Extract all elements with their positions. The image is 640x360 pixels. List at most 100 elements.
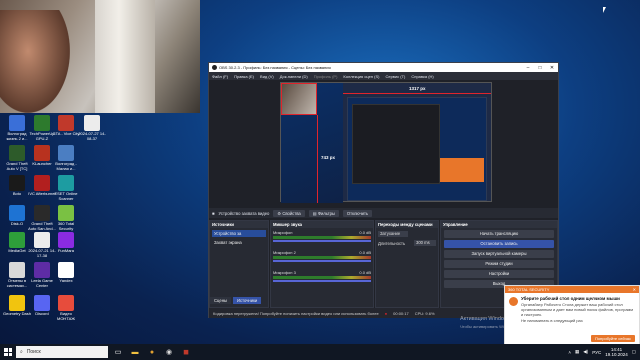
desktop-icon[interactable]: Geometry Dash bbox=[3, 295, 31, 317]
app-icon[interactable]: ◼ bbox=[179, 345, 193, 359]
volume-slider[interactable] bbox=[273, 280, 371, 282]
desktop-icon[interactable]: FunMara bbox=[52, 232, 80, 254]
maximize-button[interactable]: □ bbox=[534, 65, 546, 71]
desktop-icon-label: MediaGet bbox=[8, 248, 26, 253]
close-button[interactable]: ✕ bbox=[546, 65, 558, 71]
start-streaming-button[interactable]: Начать трансляцию bbox=[444, 230, 554, 238]
app-icon bbox=[58, 145, 74, 161]
try-now-button[interactable]: Попробуйте сейчас bbox=[590, 335, 635, 342]
system-tray: ˄ ▦ ◀) РУС 14:41 19.10.2024 ▢ bbox=[568, 347, 640, 357]
channel-db: 0.0 dB bbox=[359, 230, 371, 235]
minimize-button[interactable]: – bbox=[522, 65, 534, 71]
settings-button[interactable]: Настройки bbox=[444, 270, 554, 278]
measure-vertical-label: 743 px bbox=[321, 155, 336, 160]
preview-area[interactable]: 1317 px 743 px bbox=[209, 80, 558, 206]
desktop-icon-label: 2024-07-27 14-08-37 bbox=[78, 131, 106, 141]
desktop-icon[interactable]: Yandex bbox=[52, 262, 80, 284]
obs-window: OBS 30.2.3 - Профиль: Без названия - Сце… bbox=[208, 62, 559, 318]
desktop-icon[interactable]: ESET Online Scanner bbox=[52, 175, 80, 201]
app-icon bbox=[58, 232, 74, 248]
selected-source-box[interactable] bbox=[281, 83, 317, 115]
transitions-panel: Переходы между сценами Затухание Длитель… bbox=[375, 220, 439, 308]
menu-file[interactable]: Файл (F) bbox=[212, 74, 228, 79]
deactivate-button[interactable]: Отключить bbox=[342, 209, 373, 217]
desktop-icon-label: Yandex bbox=[59, 278, 73, 283]
desktop-icon[interactable]: Отмены в системах... bbox=[3, 262, 31, 288]
notification-body: Органайзер Рабочего Стола держит ваш раб… bbox=[521, 302, 634, 317]
nested-notification bbox=[440, 158, 484, 182]
app-icon bbox=[9, 205, 25, 221]
desktop-icon[interactable]: Boto bbox=[3, 175, 31, 197]
clock[interactable]: 14:41 19.10.2024 bbox=[605, 347, 628, 357]
status-message: Кодировка перегружена! Попробуйте понизи… bbox=[213, 310, 379, 316]
network-icon[interactable]: ▦ bbox=[575, 349, 579, 355]
menu-scene-collection[interactable]: Коллекция сцен (S) bbox=[343, 74, 379, 79]
desktop-icon[interactable]: 360 Total Security bbox=[52, 205, 80, 231]
preview-canvas[interactable]: 1317 px 743 px bbox=[280, 82, 492, 203]
desktop-icon-label: 360 Total Security bbox=[57, 221, 75, 231]
obs-titlebar[interactable]: OBS 30.2.3 - Профиль: Без названия - Сце… bbox=[209, 63, 558, 72]
source-item-video-capture[interactable]: Устройство за bbox=[212, 230, 266, 237]
app-icon bbox=[58, 115, 74, 131]
desktop-icon[interactable]: GTA - Vice City bbox=[52, 115, 80, 137]
desktop-icon-label: Волгоград - Малая и... bbox=[55, 161, 77, 171]
desktop-icon[interactable]: Волгоград - Малая и... bbox=[52, 145, 80, 171]
stop-recording-button[interactable]: Остановить запись bbox=[444, 240, 554, 248]
volume-icon[interactable]: ◀) bbox=[583, 349, 588, 355]
tab-scenes[interactable]: Сцены bbox=[210, 297, 232, 304]
app-icon bbox=[34, 145, 50, 161]
desktop-icon-label: ESET Online Scanner bbox=[54, 191, 78, 201]
curtain-background bbox=[95, 0, 155, 113]
properties-button[interactable]: ⚙ Свойства bbox=[273, 209, 305, 217]
duration-input[interactable]: 300 ms bbox=[414, 240, 436, 246]
start-button[interactable] bbox=[0, 344, 16, 360]
desktop-icon-label: Волгоград жизнь 2 и... bbox=[6, 131, 28, 141]
volume-meter bbox=[273, 256, 371, 259]
taskbar-search[interactable]: ⌕ Поиск bbox=[16, 346, 108, 358]
app-icon bbox=[34, 295, 50, 311]
menu-edit[interactable]: Правка (E) bbox=[234, 74, 254, 79]
person-image bbox=[0, 10, 70, 113]
mixer-header: Микшер звука bbox=[271, 221, 373, 228]
channel-name: Микрофон bbox=[273, 230, 293, 235]
app-icon bbox=[9, 145, 25, 161]
volume-slider[interactable] bbox=[273, 240, 371, 242]
measure-horizontal-label: 1317 px bbox=[409, 86, 426, 91]
volume-slider[interactable] bbox=[273, 260, 371, 262]
desktop-icon[interactable]: Видео МОНТАЖ bbox=[52, 295, 80, 321]
desktop-icon-label: Видео МОНТАЖ bbox=[56, 311, 75, 321]
menu-view[interactable]: Вид (V) bbox=[260, 74, 274, 79]
desktop-icon-label: Отмены в системах... bbox=[6, 278, 28, 288]
menu-tools[interactable]: Сервис (T) bbox=[385, 74, 405, 79]
chrome-icon[interactable]: ● bbox=[145, 345, 159, 359]
studio-mode-button[interactable]: Режим студии bbox=[444, 260, 554, 268]
obs-logo-icon bbox=[212, 65, 217, 70]
search-icon: ⌕ bbox=[20, 349, 23, 355]
desktop-icon-label: Boto bbox=[12, 191, 22, 196]
desktop-icon[interactable]: Disk-O bbox=[3, 205, 31, 227]
tab-sources[interactable]: Источники bbox=[233, 297, 262, 304]
chevron-up-icon[interactable]: ˄ bbox=[568, 350, 571, 355]
close-icon[interactable]: ✕ bbox=[633, 286, 636, 293]
language-indicator[interactable]: РУС bbox=[592, 350, 601, 355]
webcam-overlay bbox=[0, 0, 200, 113]
menu-help[interactable]: Справка (H) bbox=[411, 74, 433, 79]
menu-profile[interactable]: Профиль (P) bbox=[314, 74, 338, 79]
start-virtual-camera-button[interactable]: Запуск виртуальной камеры bbox=[444, 250, 554, 258]
obs-taskbar-icon[interactable]: ◉ bbox=[162, 345, 176, 359]
menu-docks[interactable]: Док-панели (D) bbox=[280, 74, 308, 79]
transition-type-select[interactable]: Затухание bbox=[378, 231, 408, 237]
notification-center-icon[interactable]: ▢ bbox=[632, 349, 636, 355]
file-explorer-icon[interactable]: ▬ bbox=[128, 345, 142, 359]
source-item-screen-capture[interactable]: Захват экрана bbox=[212, 239, 266, 246]
screen-capture-preview[interactable] bbox=[347, 97, 487, 201]
clock-date: 19.10.2024 bbox=[605, 352, 628, 357]
desktop-icon[interactable]: 2024-07-27 14-08-37 bbox=[78, 115, 106, 141]
source-name: Устройство захвата видео bbox=[218, 210, 270, 216]
desktop-icon[interactable]: Grand Theft Auto V [TC] bbox=[3, 145, 31, 171]
desktop-icon[interactable]: MediaGet bbox=[3, 232, 31, 254]
desktop-icon[interactable]: Волгоград жизнь 2 и... bbox=[3, 115, 31, 141]
notification-remind-checkbox[interactable]: Не напоминать в следующий раз bbox=[521, 319, 635, 324]
task-view-icon[interactable]: ▭ bbox=[111, 345, 125, 359]
filters-button[interactable]: ▤ Фильтры bbox=[308, 209, 339, 217]
